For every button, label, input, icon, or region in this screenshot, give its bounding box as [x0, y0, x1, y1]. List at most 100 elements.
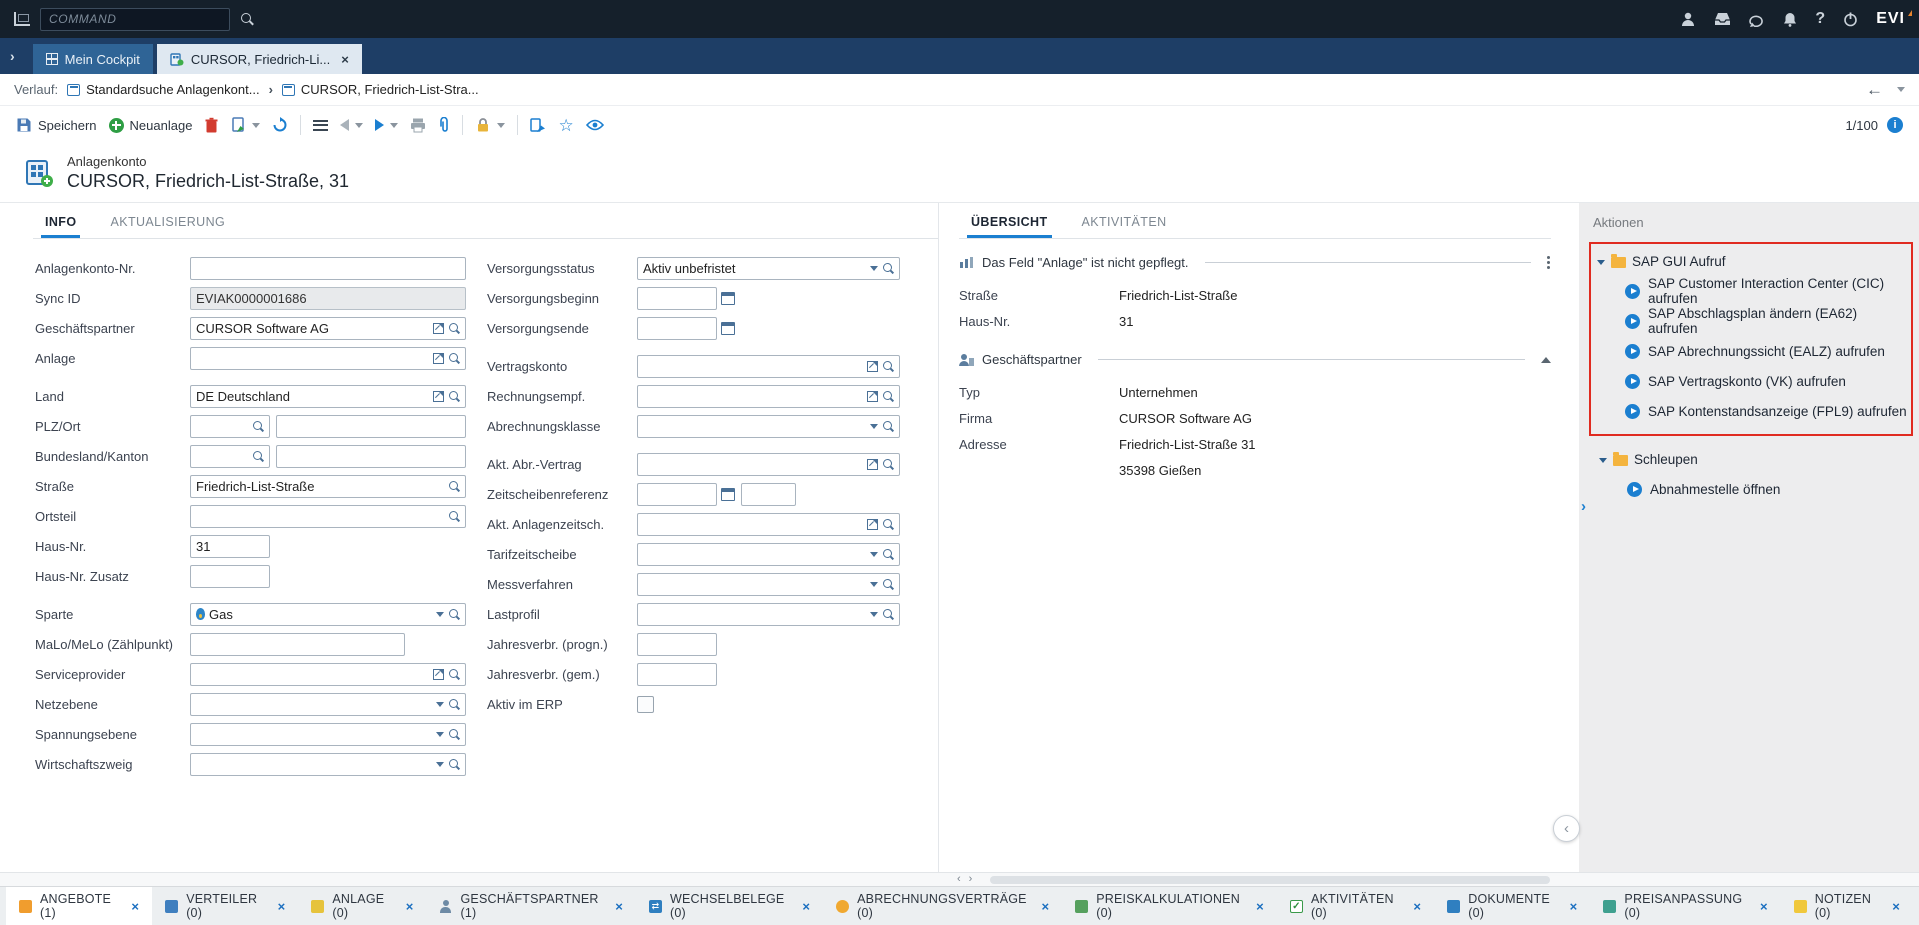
- geschaeftspartner-input[interactable]: CURSOR Software AG: [190, 317, 466, 340]
- copy-record-button[interactable]: [231, 117, 260, 133]
- open-record-icon[interactable]: [867, 519, 878, 530]
- tarifzeitscheibe-select[interactable]: [637, 543, 900, 566]
- action-item[interactable]: SAP Kontenstandsanzeige (FPL9) aufrufen: [1593, 396, 1907, 426]
- search-icon[interactable]: [882, 360, 894, 372]
- history-back-icon[interactable]: [1866, 80, 1883, 100]
- close-tab-icon[interactable]: [802, 899, 810, 914]
- lock-button[interactable]: [475, 117, 505, 133]
- search-icon[interactable]: [882, 458, 894, 470]
- next-record-button[interactable]: [375, 119, 398, 131]
- zeitscheibenreferenz-input[interactable]: [637, 483, 717, 506]
- rechnungsempf-input[interactable]: [637, 385, 900, 408]
- jahresverbr-progn-input[interactable]: [637, 633, 717, 656]
- app-menu-icon[interactable]: [14, 12, 30, 26]
- collapse-panel-button[interactable]: [1553, 815, 1580, 842]
- user-icon[interactable]: [1680, 11, 1696, 27]
- previous-dropdown-icon[interactable]: [355, 123, 363, 128]
- dropdown-caret-icon[interactable]: [436, 762, 444, 767]
- dropdown-caret-icon[interactable]: [870, 424, 878, 429]
- close-tab-icon[interactable]: [131, 899, 139, 914]
- attachment-button[interactable]: [438, 117, 450, 134]
- zeitscheibenreferenz-nr-input[interactable]: [741, 483, 796, 506]
- lock-dropdown-icon[interactable]: [497, 123, 505, 128]
- history-dropdown-icon[interactable]: [1897, 87, 1905, 92]
- tab-record-active[interactable]: CURSOR, Friedrich-Li...: [157, 44, 362, 74]
- action-group-schleupen[interactable]: Schleupen: [1595, 444, 1913, 474]
- vertragskonto-input[interactable]: [637, 355, 900, 378]
- tab-close-icon[interactable]: [341, 52, 349, 67]
- scroll-left-icon[interactable]: ‹: [957, 873, 961, 886]
- search-icon[interactable]: [448, 322, 460, 334]
- haus-nr-zusatz-input[interactable]: [190, 565, 270, 588]
- close-tab-icon[interactable]: [1256, 899, 1264, 914]
- serviceprovider-input[interactable]: [190, 663, 466, 686]
- close-tab-icon[interactable]: [1570, 899, 1578, 914]
- open-record-icon[interactable]: [867, 391, 878, 402]
- previous-record-button[interactable]: [340, 119, 363, 131]
- search-icon[interactable]: [448, 668, 460, 680]
- versorgungsstatus-select[interactable]: Aktiv unbefristet: [637, 257, 900, 280]
- search-icon[interactable]: [882, 262, 894, 274]
- search-icon[interactable]: [882, 548, 894, 560]
- versorgungsbeginn-input[interactable]: [637, 287, 717, 310]
- netzebene-select[interactable]: [190, 693, 466, 716]
- dropdown-caret-icon[interactable]: [870, 552, 878, 557]
- ort-input[interactable]: [276, 415, 466, 438]
- search-icon[interactable]: [448, 390, 460, 402]
- action-item[interactable]: SAP Abrechnungssicht (EALZ) aufrufen: [1593, 336, 1907, 366]
- close-tab-icon[interactable]: [1892, 899, 1900, 914]
- search-icon[interactable]: [252, 450, 264, 462]
- redo-icon[interactable]: [1749, 12, 1765, 27]
- open-record-icon[interactable]: [433, 391, 444, 402]
- calendar-icon[interactable]: [721, 322, 735, 335]
- anlagenkonto-nr-input[interactable]: [190, 257, 466, 280]
- land-input[interactable]: DE Deutschland: [190, 385, 466, 408]
- search-icon[interactable]: [448, 728, 460, 740]
- close-tab-icon[interactable]: [1413, 899, 1421, 914]
- scroll-right-icon[interactable]: ›: [969, 873, 973, 886]
- expand-chevron-icon[interactable]: [1581, 498, 1586, 515]
- horizontal-scrollbar[interactable]: ‹›: [0, 872, 1919, 886]
- tree-collapse-icon[interactable]: [1599, 458, 1607, 463]
- akt-anlagenzeitsch-input[interactable]: [637, 513, 900, 536]
- akt-abr-vertrag-input[interactable]: [637, 453, 900, 476]
- menu-button[interactable]: [313, 120, 328, 131]
- dropdown-caret-icon[interactable]: [436, 702, 444, 707]
- info-icon[interactable]: [1887, 117, 1903, 133]
- bottom-tab-abrechnungsvertraege[interactable]: ABRECHNUNGSVERTRÄGE (0): [823, 887, 1062, 925]
- search-icon[interactable]: [252, 420, 264, 432]
- bottom-tab-notizen[interactable]: NOTIZEN (0): [1781, 887, 1913, 925]
- assign-button[interactable]: [530, 118, 546, 133]
- scrollbar-thumb[interactable]: [990, 876, 1550, 884]
- action-item[interactable]: SAP Abschlagsplan ändern (EA62) aufrufen: [1593, 306, 1907, 336]
- bottom-tab-verteiler[interactable]: VERTEILER (0): [152, 887, 298, 925]
- lastprofil-select[interactable]: [637, 603, 900, 626]
- bell-icon[interactable]: [1783, 12, 1797, 27]
- save-button[interactable]: Speichern: [16, 117, 97, 133]
- tab-aktualisierung[interactable]: AKTUALISIERUNG: [106, 215, 229, 238]
- action-group-sap[interactable]: SAP GUI Aufruf: [1593, 246, 1907, 276]
- close-tab-icon[interactable]: [615, 899, 623, 914]
- copy-dropdown-icon[interactable]: [252, 123, 260, 128]
- bottom-tab-preisanpassung[interactable]: PREISANPASSUNG (0): [1590, 887, 1780, 925]
- favorite-button[interactable]: [558, 117, 573, 134]
- search-icon[interactable]: [448, 758, 460, 770]
- bottom-tab-geschaeftspartner[interactable]: GESCHÄFTSPARTNER (1): [426, 887, 636, 925]
- search-icon[interactable]: [882, 420, 894, 432]
- wirtschaftszweig-select[interactable]: [190, 753, 466, 776]
- jahresverbr-gem-input[interactable]: [637, 663, 717, 686]
- dropdown-caret-icon[interactable]: [870, 582, 878, 587]
- search-icon[interactable]: [882, 578, 894, 590]
- watch-button[interactable]: [586, 119, 604, 131]
- help-icon[interactable]: [1815, 10, 1825, 28]
- open-record-icon[interactable]: [867, 361, 878, 372]
- versorgungsende-input[interactable]: [637, 317, 717, 340]
- dropdown-caret-icon[interactable]: [870, 612, 878, 617]
- more-menu-icon[interactable]: [1547, 256, 1551, 269]
- search-icon[interactable]: [882, 390, 894, 402]
- command-search-icon[interactable]: [240, 12, 254, 26]
- close-tab-icon[interactable]: [1760, 899, 1768, 914]
- open-record-icon[interactable]: [433, 669, 444, 680]
- bottom-tab-aktivitaeten[interactable]: AKTIVITÄTEN (0): [1277, 887, 1434, 925]
- command-input[interactable]: [40, 8, 230, 31]
